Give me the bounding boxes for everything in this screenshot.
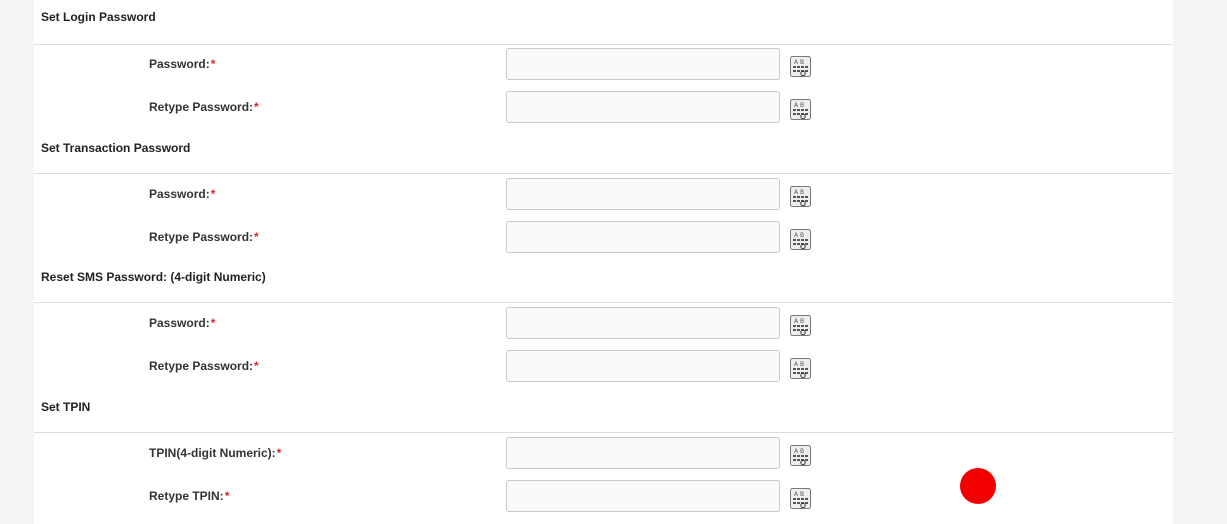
- transaction-password-label: Password:*: [149, 187, 216, 201]
- required-marker: *: [254, 359, 259, 373]
- svg-text:A B: A B: [794, 232, 804, 239]
- required-marker: *: [210, 57, 216, 71]
- svg-text:A B: A B: [794, 189, 804, 196]
- virtual-keyboard-icon[interactable]: A B: [790, 186, 811, 207]
- virtual-keyboard-icon[interactable]: A B: [790, 229, 811, 250]
- retype-tpin-label: Retype TPIN:*: [149, 489, 230, 503]
- virtual-keyboard-icon[interactable]: A B: [790, 358, 811, 379]
- login-retype-password-input[interactable]: [506, 91, 780, 123]
- transaction-retype-password-label: Retype Password:*: [149, 230, 259, 244]
- virtual-keyboard-icon[interactable]: A B: [790, 56, 811, 77]
- section-title-tpin: Set TPIN: [41, 400, 91, 414]
- section-divider: [34, 44, 1173, 45]
- section-title-login-password: Set Login Password: [41, 10, 156, 24]
- virtual-keyboard-icon[interactable]: A B: [790, 488, 811, 509]
- transaction-password-input[interactable]: [506, 178, 780, 210]
- required-marker: *: [210, 187, 216, 201]
- login-password-input[interactable]: [506, 48, 780, 80]
- required-marker: *: [254, 100, 259, 114]
- required-marker: *: [254, 230, 259, 244]
- section-divider: [34, 432, 1173, 433]
- virtual-keyboard-icon[interactable]: A B: [790, 445, 811, 466]
- login-password-label: Password:*: [149, 57, 216, 71]
- virtual-keyboard-icon[interactable]: A B: [790, 99, 811, 120]
- sms-password-input[interactable]: [506, 307, 780, 339]
- svg-text:A B: A B: [794, 59, 804, 66]
- sms-retype-password-input[interactable]: [506, 350, 780, 382]
- section-divider: [34, 302, 1173, 303]
- sms-password-label: Password:*: [149, 316, 216, 330]
- tpin-label: TPIN(4-digit Numeric):*: [149, 446, 282, 460]
- required-marker: *: [210, 316, 216, 330]
- section-divider: [34, 173, 1173, 174]
- retype-tpin-input[interactable]: [506, 480, 780, 512]
- virtual-keyboard-icon[interactable]: A B: [790, 315, 811, 336]
- password-settings-panel: Set Login Password Password:* A B Retype…: [34, 0, 1173, 524]
- transaction-retype-password-input[interactable]: [506, 221, 780, 253]
- svg-text:A B: A B: [794, 361, 804, 368]
- svg-text:A B: A B: [794, 318, 804, 325]
- required-marker: *: [276, 446, 282, 460]
- login-retype-password-label: Retype Password:*: [149, 100, 259, 114]
- sms-retype-password-label: Retype Password:*: [149, 359, 259, 373]
- section-title-sms-password: Reset SMS Password: (4-digit Numeric): [41, 270, 266, 284]
- svg-text:A B: A B: [794, 491, 804, 498]
- svg-text:A B: A B: [794, 448, 804, 455]
- tpin-input[interactable]: [506, 437, 780, 469]
- record-dot: [960, 468, 996, 504]
- svg-text:A B: A B: [794, 102, 804, 109]
- required-marker: *: [224, 489, 230, 503]
- section-title-transaction-password: Set Transaction Password: [41, 141, 191, 155]
